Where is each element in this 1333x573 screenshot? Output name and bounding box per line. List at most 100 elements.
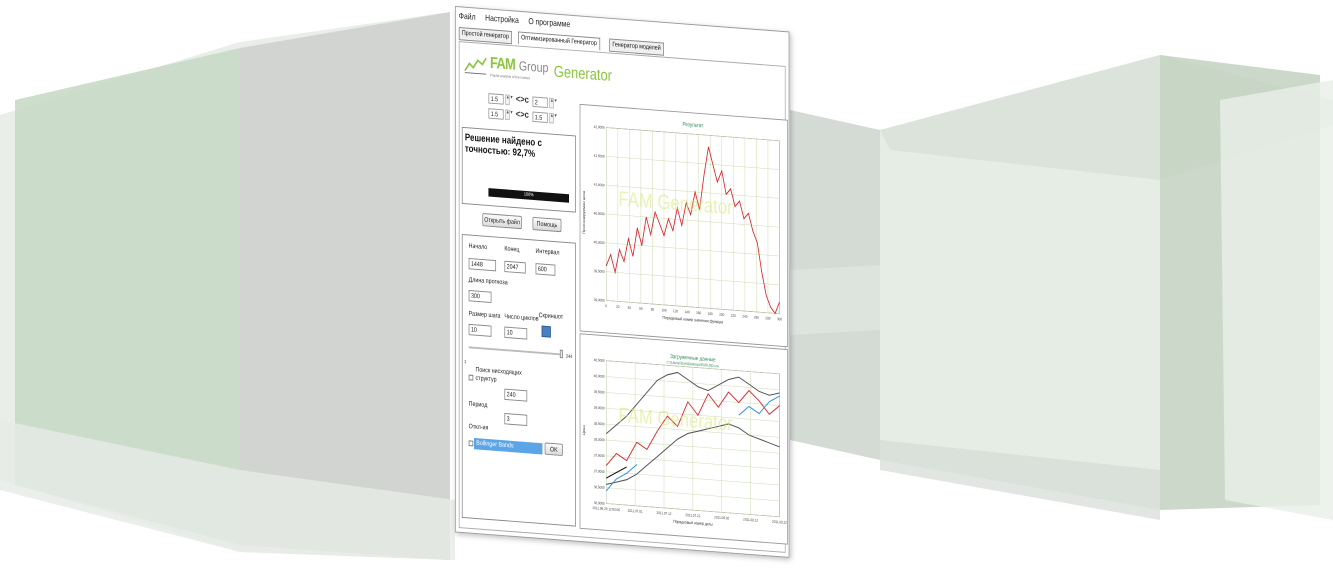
loaded-data-chart-svg: Загруженные данныеC:\\Users\\Dan\\Deskto… <box>582 354 787 527</box>
loaded-data-chart-y-tick-label: 40,0000 <box>594 374 605 379</box>
deviation-label: Откл-ия <box>468 423 489 432</box>
logo-tagline: Fractal analysis of the market <box>489 72 530 81</box>
result-chart-x-tick-label: 260 <box>754 315 759 320</box>
result-chart-x-tick-label: 280 <box>765 316 770 321</box>
slider-max-label: 244 <box>565 353 573 360</box>
step-size-label: Размер шага <box>468 310 501 320</box>
end-label: Конец <box>504 245 520 254</box>
loaded-data-chart-y-tick-label: 37,0000 <box>594 469 605 474</box>
fish-icon: <>c <box>515 94 529 106</box>
result-chart-x-tick-label: 120 <box>673 309 678 314</box>
loaded-data-chart-y-tick-label: 38,5000 <box>594 421 605 426</box>
progress-bar: 100% <box>488 188 569 203</box>
application-window: Файл Настройка О программе Простой генер… <box>455 6 790 558</box>
result-chart-x-tick-label: 160 <box>696 311 701 316</box>
result-chart-x-tick-label: 0 <box>605 304 607 309</box>
period-input[interactable]: 240 <box>504 388 528 402</box>
result-chart-y-grid <box>606 184 780 199</box>
bollinger-checkbox[interactable] <box>468 440 474 447</box>
loaded-data-chart-x-tick-label: 2011.08.12 <box>743 517 758 523</box>
menu-about[interactable]: О программе <box>528 16 570 29</box>
spinner-1-left-arrows[interactable]: ▲▼ <box>505 94 513 106</box>
result-chart-y-tick-label: 40,5000 <box>594 211 605 216</box>
forecast-length-label: Длина прогноза <box>468 276 508 287</box>
forecast-length-input[interactable]: 300 <box>468 289 492 304</box>
loaded-data-chart-x-tick-label: 2011.07.12 <box>657 511 672 517</box>
help-button[interactable]: Помощь <box>532 216 562 233</box>
logo-group-text: Group <box>518 57 549 76</box>
screenshot-camera-icon[interactable] <box>541 325 551 338</box>
parameters-panel: Начало Конец Интервал 1448 2047 600 Длин… <box>461 234 576 527</box>
loaded-data-chart: Загруженные данные C:\\Users\\Dan\\Deskto… <box>579 333 788 545</box>
result-chart-x-tick-label: 240 <box>742 314 747 319</box>
loaded-data-chart-y-tick-label: 39,0000 <box>594 405 605 410</box>
loaded-data-chart-y-axis-label: Цена <box>582 424 586 435</box>
logo-fam-text: FAM <box>489 53 515 74</box>
chart-logo-icon <box>464 57 487 75</box>
spinner-1-left[interactable]: 1.5 <box>488 93 504 105</box>
loaded-data-chart-y-tick-label: 38,0000 <box>594 437 605 442</box>
result-chart-x-tick-label: 180 <box>708 312 713 317</box>
result-chart-x-tick-label: 220 <box>731 313 736 318</box>
result-chart-y-tick-label: 40,0000 <box>594 240 605 245</box>
spinner-1-right-arrows[interactable]: ▲▼ <box>549 97 558 109</box>
bollinger-bands-select[interactable]: Bollinger Bands <box>474 437 543 455</box>
loaded-data-chart-series-3-line <box>738 395 780 416</box>
loaded-data-chart-x-tick-label: 2011.08.22 <box>772 519 787 525</box>
loaded-data-chart-x-tick-label: 2011.08.02 <box>714 515 729 521</box>
end-input[interactable]: 2047 <box>504 260 526 274</box>
cycles-input[interactable]: 10 <box>504 326 528 340</box>
result-text: Решение найдено с точностью: 92,7% <box>464 131 542 160</box>
result-chart-y-grid <box>606 271 780 286</box>
menu-file[interactable]: Файл <box>459 11 476 22</box>
logo-generator-text: Generator <box>553 62 612 85</box>
loaded-data-chart-x-tick-label: 2011.07.01 <box>628 508 643 514</box>
fam-group-logo: FAM Group Generator Fractal analysis of … <box>464 46 616 95</box>
spinner-2-right[interactable]: 1.5 <box>532 111 548 124</box>
loaded-data-chart-y-tick-label: 37,5000 <box>594 453 605 458</box>
search-structures-label: Поиск нисходящих структур <box>475 366 522 384</box>
cycles-label: Число циклов <box>504 313 539 323</box>
result-chart-x-tick-label: 140 <box>685 310 690 315</box>
result-chart-y-tick-label: 41,5000 <box>594 154 605 159</box>
result-chart-y-grid <box>606 127 780 141</box>
result-chart-x-tick-label: 20 <box>616 305 619 310</box>
result-chart-svg: Результат 0 20 40 60 80 100 120 140 160 180 200 220 2… <box>582 121 782 324</box>
result-chart-x-tick-label: 40 <box>628 305 631 310</box>
interval-label: Интервал <box>535 248 560 257</box>
result-chart-y-grid <box>606 213 780 228</box>
period-label: Период <box>468 400 488 409</box>
spinner-2-left-arrows[interactable]: ▲▼ <box>505 109 513 121</box>
loaded-data-chart-y-tick-label: 36,5000 <box>594 485 605 490</box>
spinner-2-right-arrows[interactable]: ▲▼ <box>549 112 558 124</box>
menu-settings[interactable]: Настройка <box>485 13 519 25</box>
result-chart-y-tick-label: 42,0000 <box>594 125 605 130</box>
result-panel: Решение найдено с точностью: 92,7% 100% <box>461 126 576 213</box>
loaded-data-chart-series-4-line <box>605 464 638 492</box>
result-chart-y-tick-label: 39,5000 <box>594 269 605 274</box>
interval-input[interactable]: 600 <box>535 263 556 276</box>
spinner-2-left[interactable]: 1.5 <box>488 108 504 120</box>
result-chart: Результат 0 20 40 60 80 100 120 140 160 180 200 220 2… <box>579 103 788 348</box>
search-structures-checkbox[interactable] <box>468 374 474 381</box>
slider-min-label: 1 <box>464 359 467 365</box>
cycles-slider-track[interactable] <box>468 346 563 356</box>
open-file-button[interactable]: Открыть файл <box>482 213 522 230</box>
result-chart-x-tick-label: 200 <box>719 312 724 317</box>
result-chart-x-tick-label: 80 <box>651 307 654 312</box>
loaded-data-chart-series-5-line <box>606 466 627 479</box>
step-size-input[interactable]: 10 <box>468 323 492 337</box>
start-label: Начало <box>468 242 488 251</box>
spinner-1-right[interactable]: 2 <box>532 96 548 109</box>
start-input[interactable]: 1448 <box>468 258 497 272</box>
result-chart-series-0-line <box>605 146 780 315</box>
loaded-data-chart-x-tick-label: 2011.07.21 <box>685 513 700 519</box>
cycles-slider-thumb[interactable] <box>559 349 563 359</box>
loaded-data-chart-y-tick-label: 40,5000 <box>594 358 605 363</box>
result-chart-y-grid <box>606 156 780 170</box>
screenshot-label: Скриншот <box>538 312 564 321</box>
ok-button[interactable]: OK <box>544 442 563 457</box>
result-chart-title: Результат <box>683 121 704 129</box>
deviation-input[interactable]: 3 <box>504 413 528 427</box>
result-chart-x-tick-label: 60 <box>639 306 642 311</box>
